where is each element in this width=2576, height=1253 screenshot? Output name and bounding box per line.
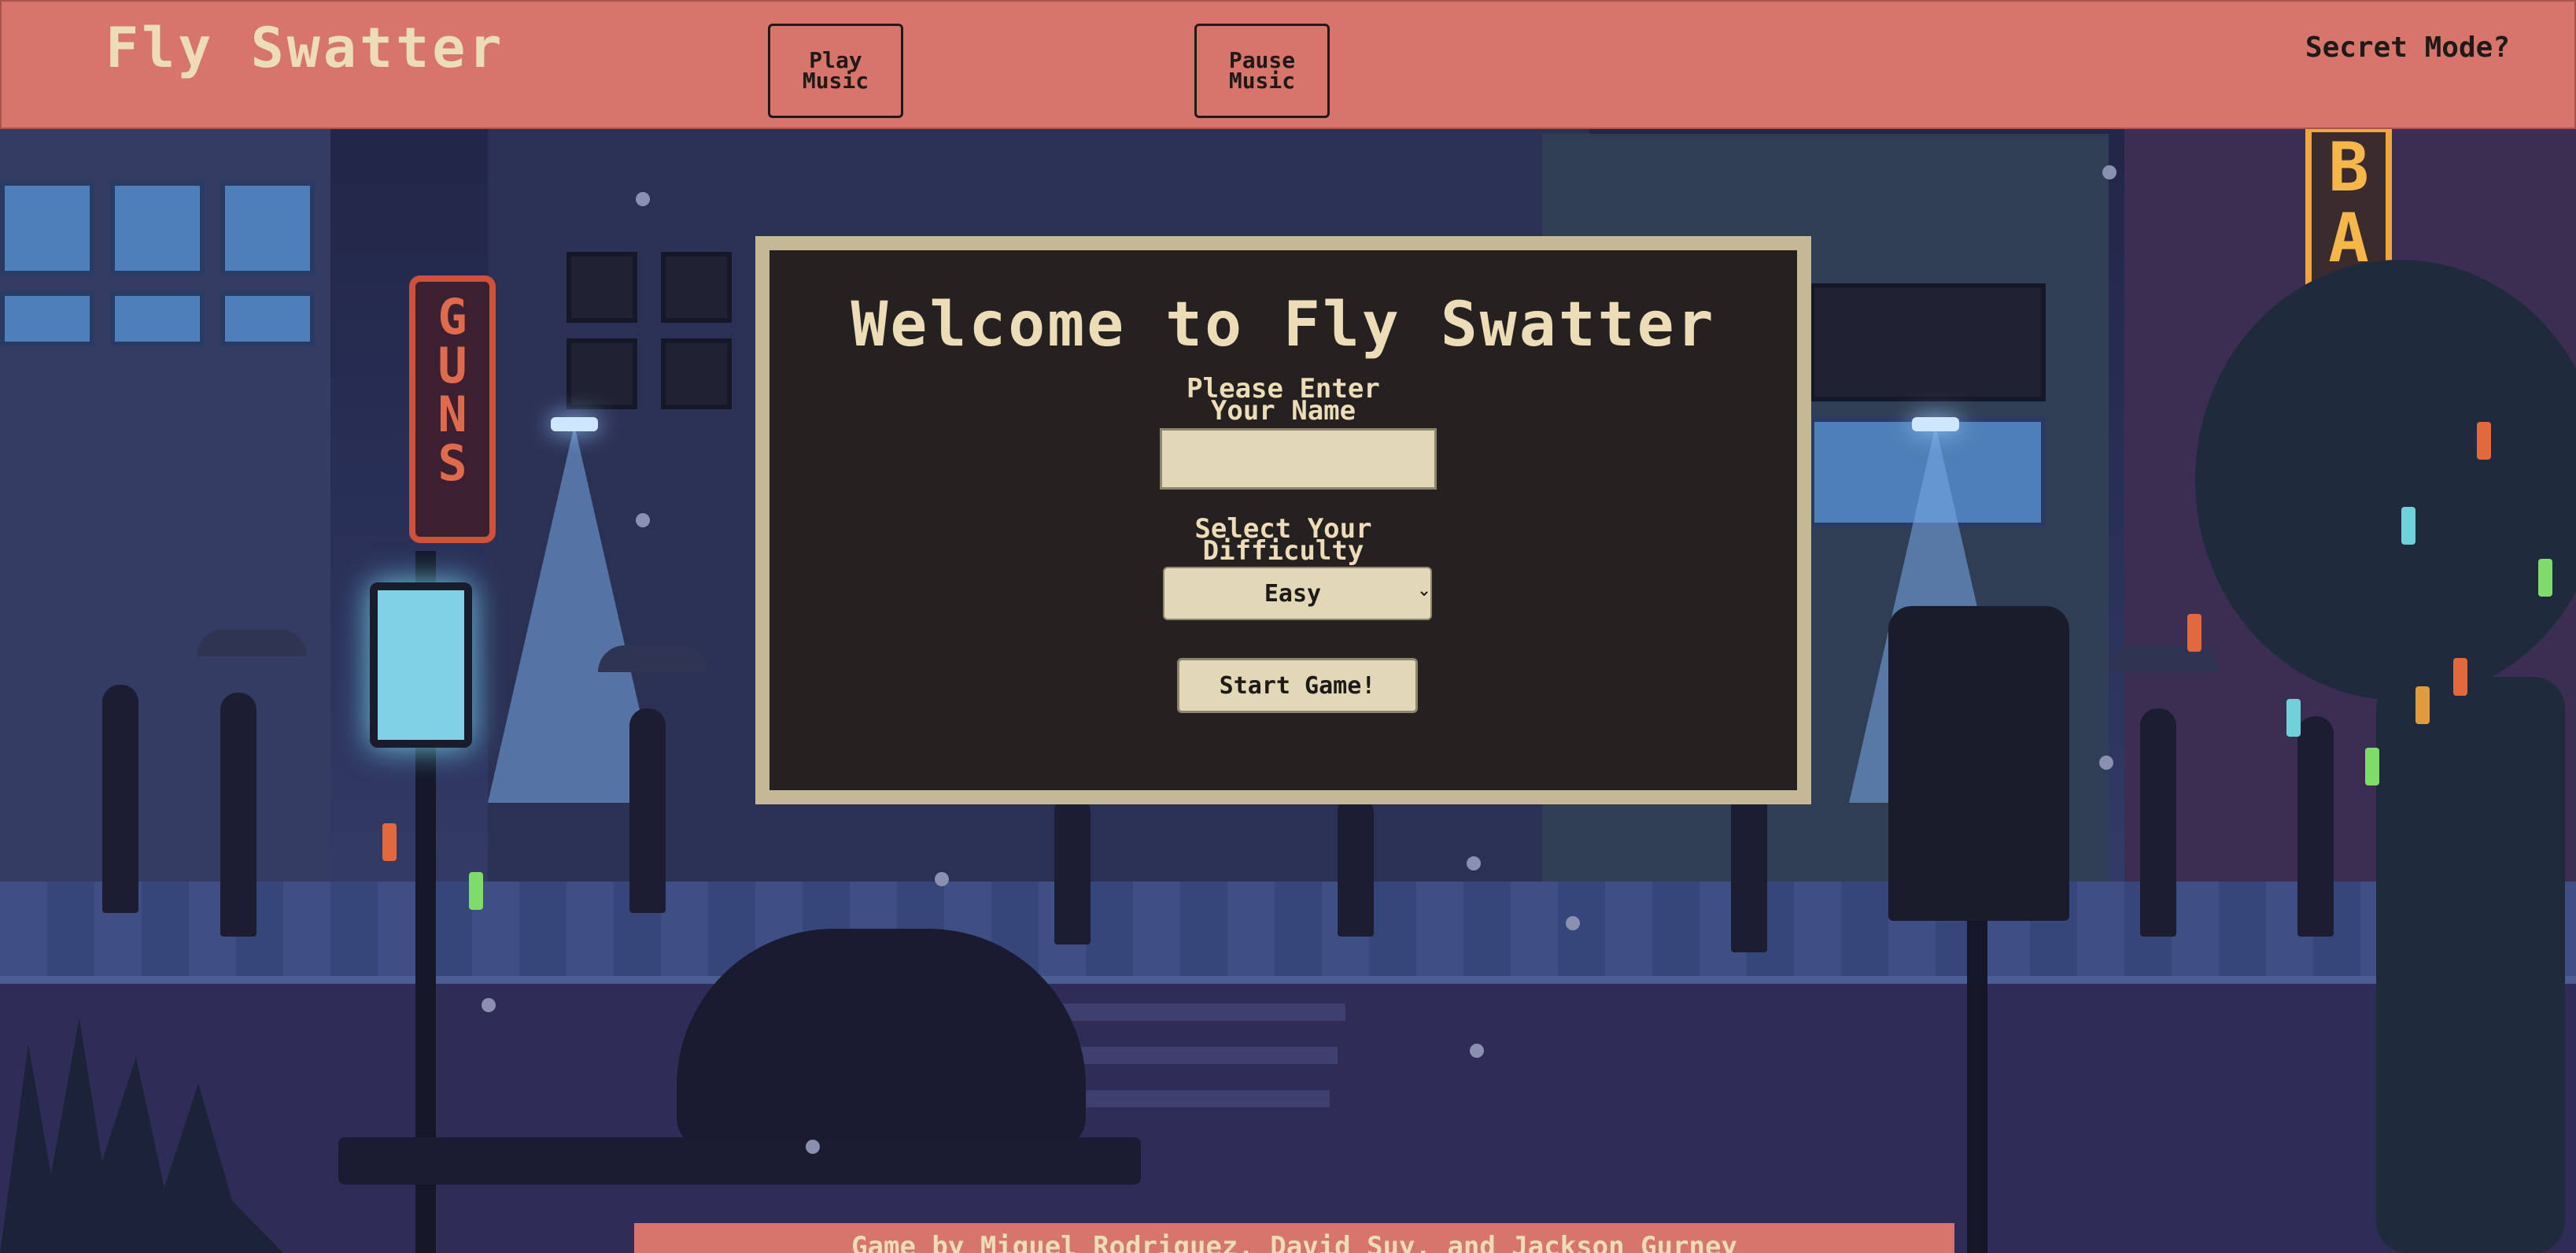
start-game-button[interactable]: Start Game! <box>1177 658 1418 713</box>
snow-particle <box>482 998 496 1012</box>
umbrella <box>2109 645 2219 672</box>
pedestrian-silhouette <box>102 685 138 913</box>
hanging-lantern <box>382 823 397 861</box>
building-window <box>110 291 205 346</box>
hanging-lantern <box>2365 748 2379 785</box>
credits-footer: Game by Miguel Rodriguez, David Suy, and… <box>634 1223 1954 1253</box>
pedestrian-silhouette <box>1338 795 1374 937</box>
pedestrian-silhouette <box>1731 787 1767 952</box>
pedestrian-silhouette <box>1054 795 1091 944</box>
snow-particle <box>636 192 650 206</box>
snow-particle <box>806 1140 820 1154</box>
hanging-lantern <box>2415 686 2430 724</box>
building-window <box>220 181 315 275</box>
building-window <box>110 181 205 275</box>
hanging-lantern <box>2538 559 2552 597</box>
sidewalk <box>0 882 2576 984</box>
snow-particle <box>2102 165 2117 179</box>
lantern-glass <box>370 582 472 748</box>
building-window <box>220 291 315 346</box>
pause-music-button[interactable]: Pause Music <box>1194 24 1330 118</box>
pedestrian-silhouette <box>2140 708 2176 937</box>
secret-mode-link[interactable]: Secret Mode? <box>2305 31 2510 64</box>
pedestrian-silhouette <box>220 693 256 937</box>
building-window <box>1810 283 2046 401</box>
snow-particle <box>935 872 949 886</box>
building-window <box>0 291 94 346</box>
name-input[interactable] <box>1160 428 1437 490</box>
tree-trunk <box>2376 677 2565 1253</box>
street-lamp-head <box>1912 417 1959 431</box>
umbrella <box>598 645 708 672</box>
street <box>0 984 2576 1253</box>
umbrella <box>197 630 307 656</box>
hooded-figure <box>677 929 1086 1149</box>
difficulty-select[interactable]: Easy <box>1163 567 1432 620</box>
snow-particle <box>1566 916 1580 930</box>
site-title: Fly Swatter <box>105 16 505 80</box>
hanging-lantern <box>469 872 483 910</box>
bench <box>338 1137 1141 1185</box>
snow-particle <box>1470 1044 1484 1058</box>
building-window <box>0 181 94 275</box>
hanging-lantern <box>2401 507 2415 545</box>
building-window <box>661 252 732 323</box>
building-window <box>566 338 637 409</box>
snow-particle <box>636 513 650 527</box>
hanging-lantern <box>2286 699 2301 737</box>
snow-particle <box>2099 756 2113 770</box>
kiosk-silhouette <box>1888 606 2069 921</box>
street-lamp-head <box>551 417 598 431</box>
hanging-lantern <box>2187 614 2201 652</box>
pedestrian-silhouette <box>2297 716 2334 937</box>
play-music-button[interactable]: Play Music <box>768 24 903 118</box>
pedestrian-silhouette <box>629 708 666 913</box>
difficulty-label: Select Your Difficulty <box>1194 513 1372 567</box>
hanging-lantern <box>2453 658 2467 696</box>
name-label: Please Enter Your Name <box>1187 373 1380 427</box>
header-bar: Fly Swatter Play Music Pause Music Secre… <box>0 0 2576 129</box>
lamp-post <box>1967 866 1987 1253</box>
welcome-dialog: Welcome to Fly Swatter Please Enter Your… <box>755 236 1811 804</box>
snow-particle <box>1467 856 1481 870</box>
hanging-lantern <box>2477 422 2491 460</box>
guns-neon-sign: GUNS <box>409 275 496 543</box>
building-window <box>566 252 637 323</box>
building-window <box>661 338 732 409</box>
welcome-title: Welcome to Fly Swatter <box>851 290 1716 360</box>
